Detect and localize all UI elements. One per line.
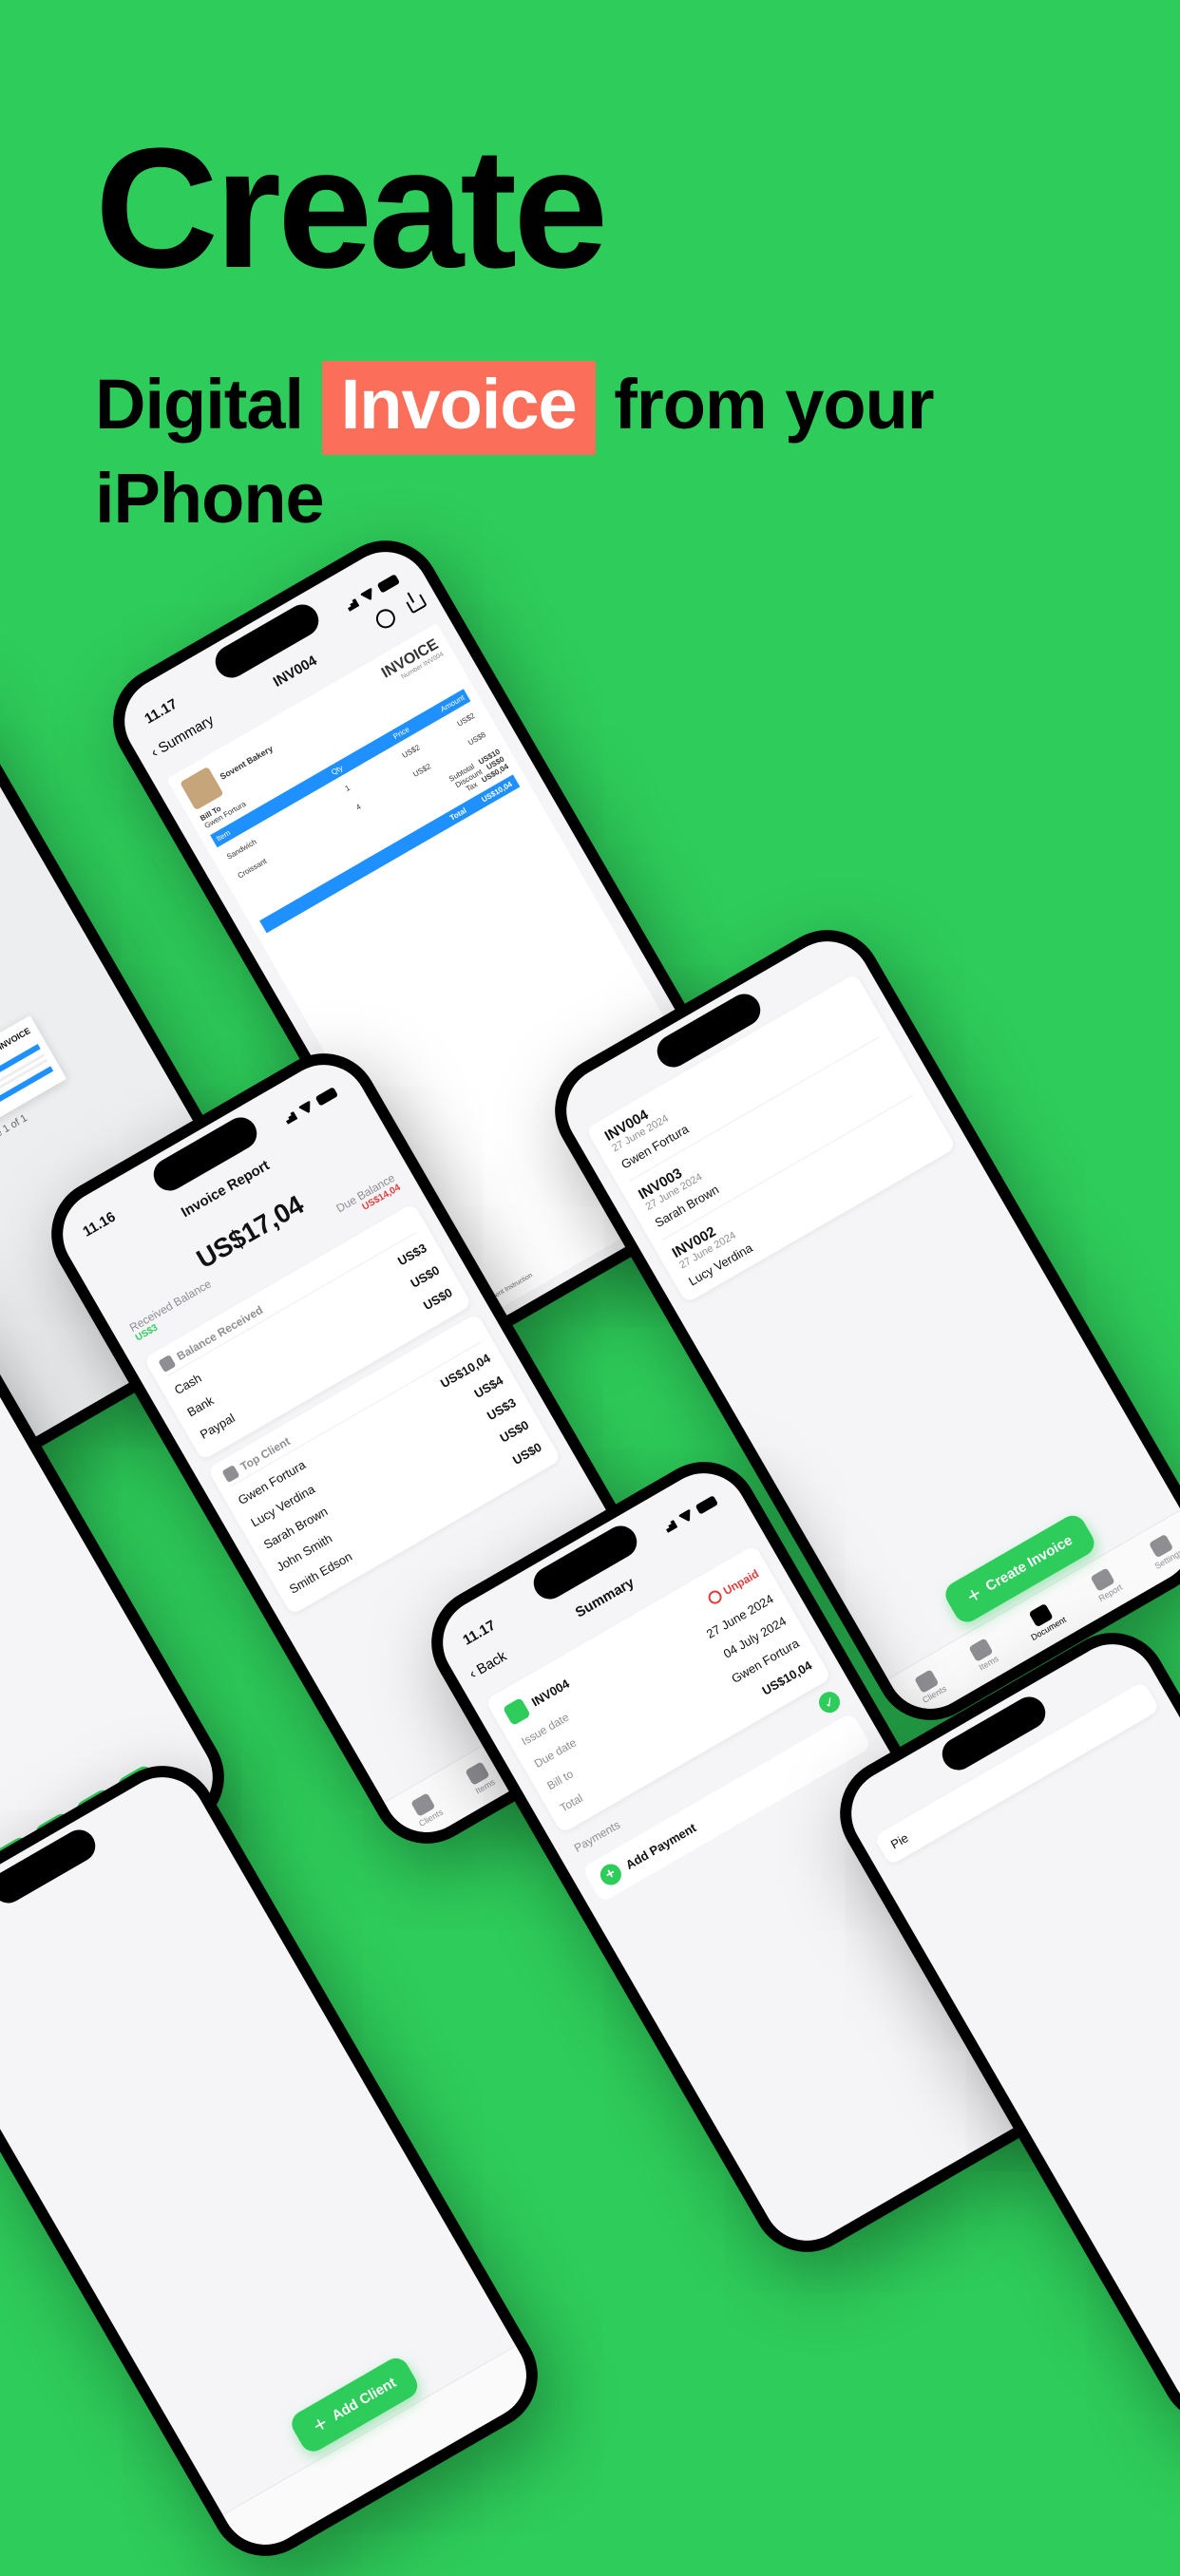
tab-document[interactable]: Document [1019,1598,1068,1641]
palette-icon[interactable] [372,606,398,632]
hero-sub-pre: Digital [95,365,322,444]
check-icon[interactable]: ✓ [815,1688,844,1716]
hero: Create Digital Invoice from your iPhone [95,123,1085,542]
hero-title: Create [95,123,1085,294]
plus-icon: + [597,1861,625,1889]
hero-highlight: Invoice [322,361,596,455]
phone-add-client: ＋ Add Client [0,1746,558,2576]
pie-label: Pie [888,1830,911,1851]
doc-thumbnail[interactable]: INVOICE [0,1015,67,1160]
person-icon [221,1465,239,1483]
tab-clients[interactable]: Clients [911,1667,948,1705]
plus-icon: ＋ [310,2413,333,2437]
doc-icon [503,1697,531,1726]
wallet-icon [158,1354,176,1373]
hero-subtitle: Digital Invoice from your iPhone [95,361,1085,542]
back-button[interactable]: ‹ Back [466,1648,509,1682]
share-icon[interactable] [401,590,427,616]
tab-report[interactable]: Report [1087,1565,1123,1602]
tab-items[interactable]: Items [967,1637,999,1672]
plus-icon: ＋ [963,1583,986,1608]
tab-settings[interactable]: Settings [1143,1530,1180,1570]
tab-items[interactable]: Items [464,1760,496,1795]
page-indicator: Page 1 of 1 [0,1112,29,1149]
tab-clients[interactable]: Clients [408,1790,445,1828]
